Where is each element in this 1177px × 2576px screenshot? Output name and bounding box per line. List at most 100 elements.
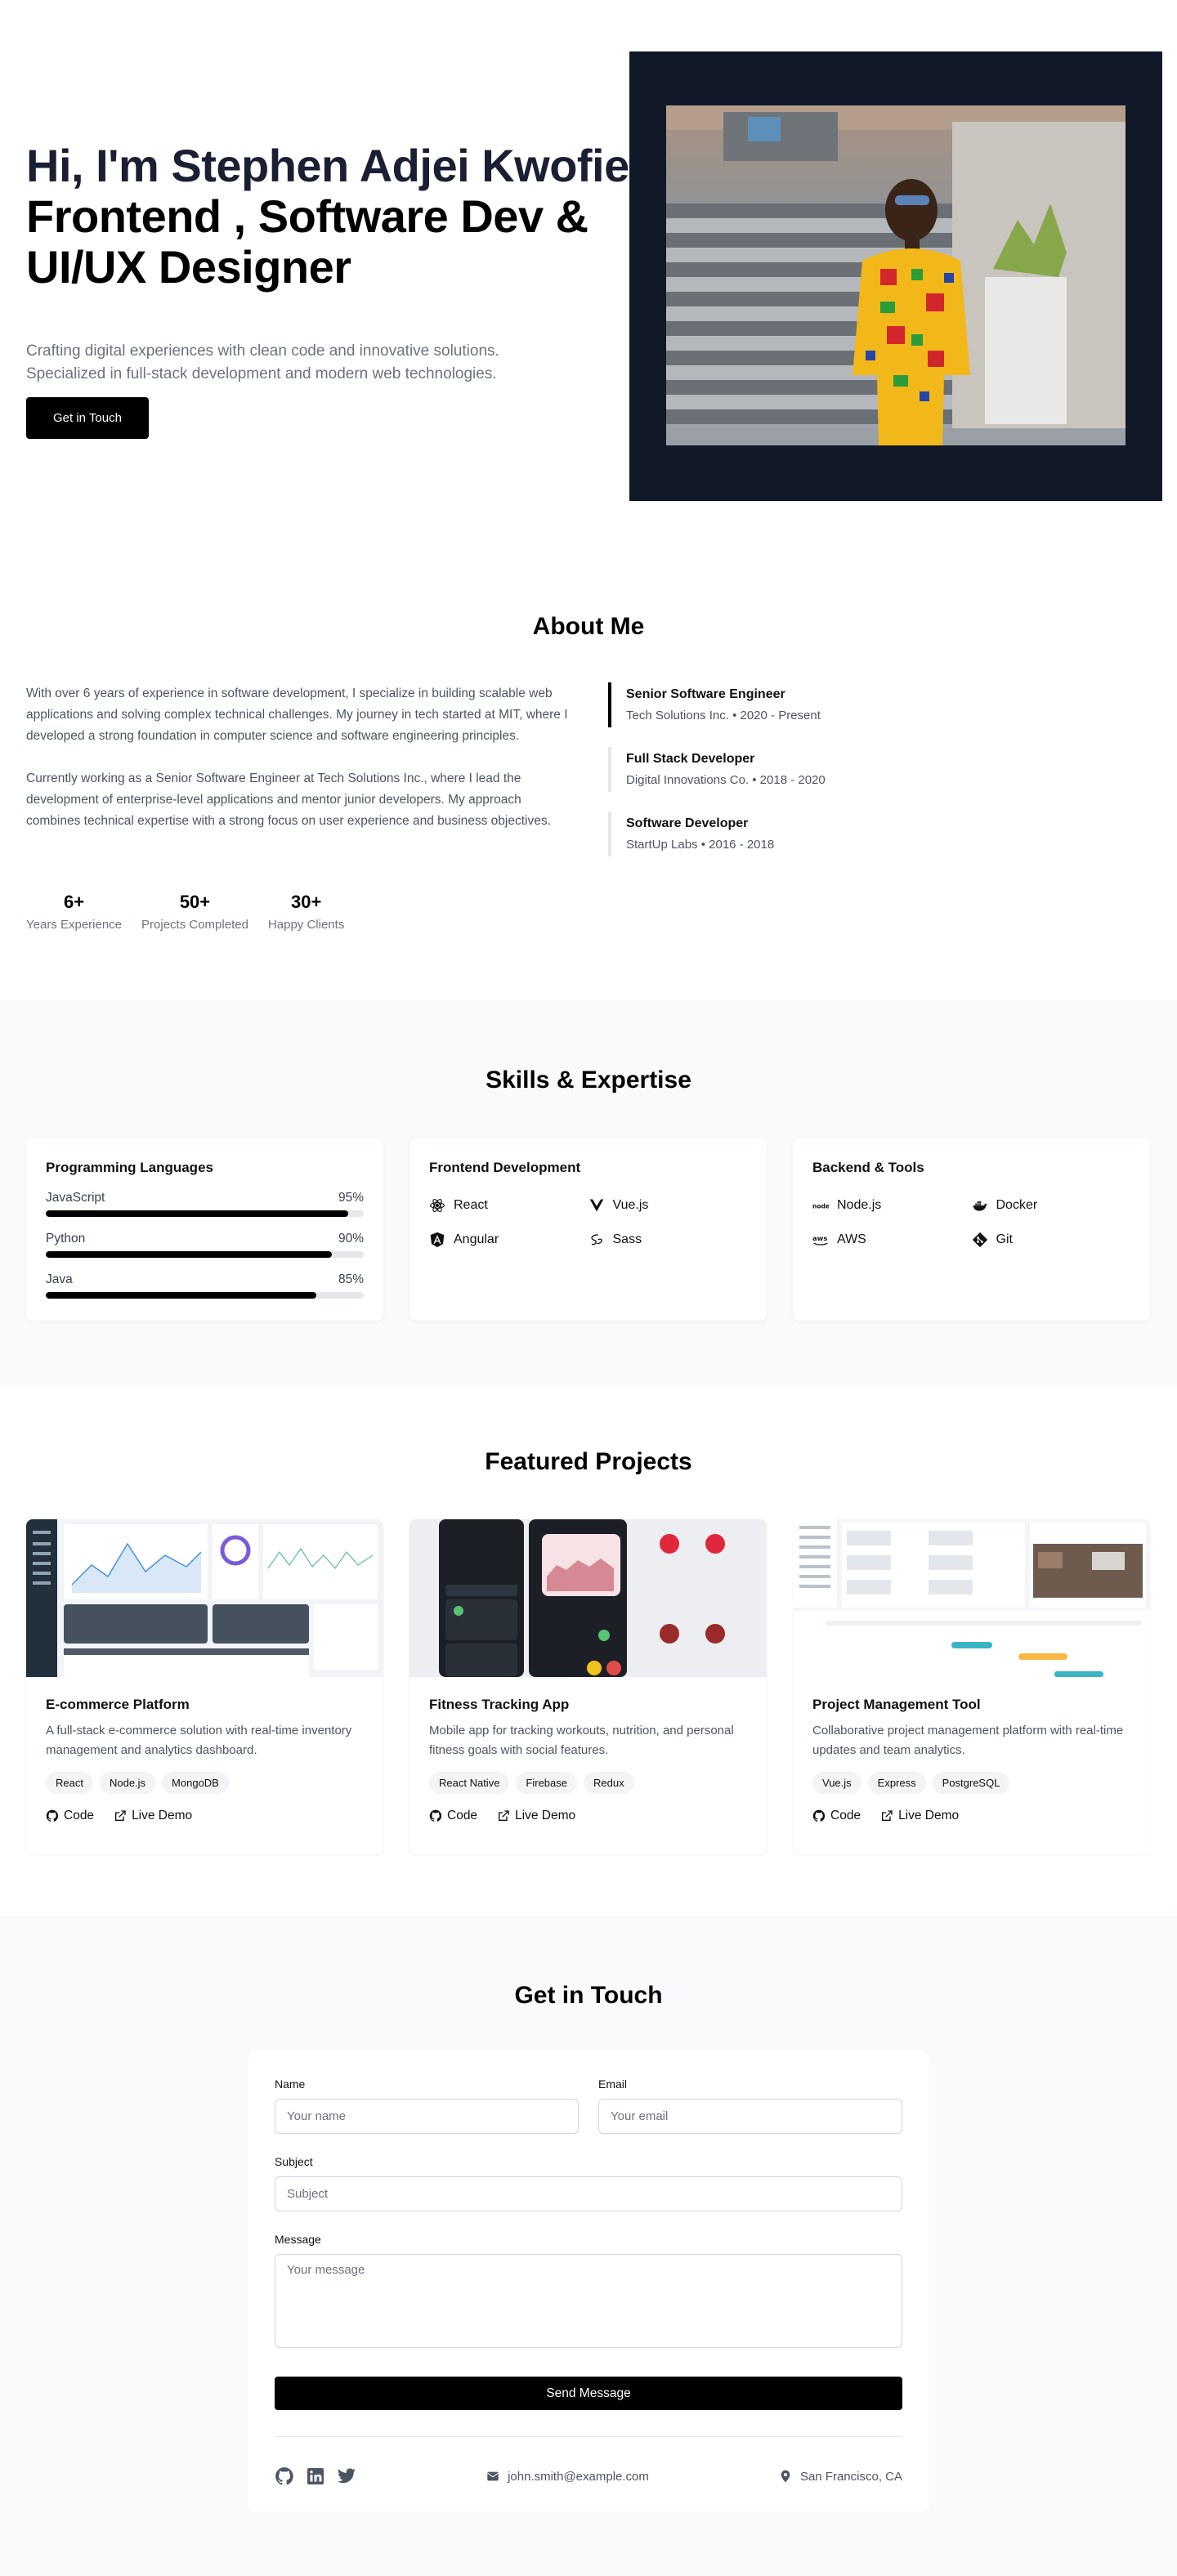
tech-nodejs: node Node.js bbox=[812, 1197, 972, 1214]
about-text: With over 6 years of experience in softw… bbox=[26, 683, 574, 832]
timeline-item: Senior Software Engineer Tech Solutions … bbox=[608, 682, 1099, 727]
message-field-group: Message bbox=[275, 2233, 902, 2352]
tech-angular: Angular bbox=[429, 1232, 588, 1248]
skill-bar-python: Python 90% bbox=[46, 1232, 364, 1258]
skill-percent: 85% bbox=[338, 1272, 364, 1286]
tech-sass: Sass bbox=[588, 1232, 748, 1248]
tag: React bbox=[46, 1772, 93, 1794]
about-paragraph-1: With over 6 years of experience in softw… bbox=[26, 686, 568, 743]
form-row: Name Email bbox=[275, 2077, 902, 2134]
message-textarea[interactable] bbox=[275, 2254, 902, 2348]
contact-location: San Francisco, CA bbox=[779, 2470, 902, 2484]
project-title: Project Management Tool bbox=[812, 1697, 981, 1712]
project-card-project-management: Project Management Tool Collaborative pr… bbox=[793, 1519, 1150, 1854]
hero-photo-frame bbox=[629, 51, 1162, 501]
about-title: About Me bbox=[532, 613, 645, 640]
linkedin-icon[interactable] bbox=[306, 2466, 325, 2486]
external-link-icon bbox=[882, 1810, 893, 1821]
skill-bar-fill bbox=[46, 1292, 316, 1299]
live-demo-link[interactable]: Live Demo bbox=[114, 1809, 192, 1823]
profile-photo bbox=[666, 105, 1126, 445]
project-description: A full-stack e-commerce solution with re… bbox=[46, 1724, 352, 1757]
project-thumbnail bbox=[26, 1519, 383, 1677]
skill-name: Java bbox=[46, 1272, 73, 1286]
tech-aws: aws AWS bbox=[812, 1232, 972, 1248]
tech-name: AWS bbox=[837, 1232, 866, 1246]
timeline-company: StartUp Labs • 2016 - 2018 bbox=[626, 838, 775, 852]
skill-bar-fill bbox=[46, 1210, 348, 1217]
tech-grid: React Vue.js Angular Sass bbox=[429, 1197, 747, 1248]
timeline-role: Full Stack Developer bbox=[626, 752, 755, 766]
project-cards: E-commerce Platform A full-stack e-comme… bbox=[26, 1519, 1150, 1854]
project-thumbnail bbox=[409, 1519, 767, 1677]
skills-title: Skills & Expertise bbox=[486, 1067, 691, 1093]
live-demo-link[interactable]: Live Demo bbox=[497, 1809, 575, 1823]
hero-section: Hi, I'm Stephen Adjei Kwofie Frontend , … bbox=[0, 0, 1177, 501]
code-link[interactable]: Code bbox=[429, 1809, 477, 1823]
name-field-group: Name bbox=[275, 2077, 579, 2134]
contact-section: Get in Touch Name Email Subject Message bbox=[0, 1916, 1177, 2576]
skill-name: JavaScript bbox=[46, 1191, 105, 1205]
skills-section: Skills & Expertise Programming Languages… bbox=[0, 1001, 1177, 1385]
docker-icon bbox=[973, 1201, 987, 1211]
subject-label: Subject bbox=[275, 2155, 313, 2168]
external-link-icon bbox=[499, 1810, 509, 1821]
name-input[interactable] bbox=[275, 2099, 579, 2134]
stat-label: Projects Completed bbox=[141, 918, 248, 932]
aws-icon: aws bbox=[812, 1234, 828, 1246]
hero-title-line2: Frontend , Software Dev & bbox=[26, 190, 588, 242]
languages-card: Programming Languages JavaScript 95% Pyth… bbox=[26, 1138, 383, 1321]
live-demo-label: Live Demo bbox=[515, 1809, 576, 1822]
tag: Express bbox=[867, 1772, 926, 1794]
project-thumbnail bbox=[793, 1519, 1150, 1677]
email-input[interactable] bbox=[598, 2099, 902, 2134]
project-links: Code Live Demo bbox=[46, 1809, 364, 1823]
tech-docker: Docker bbox=[972, 1197, 1131, 1214]
get-in-touch-button[interactable]: Get in Touch bbox=[26, 397, 149, 439]
skill-cards: Programming Languages JavaScript 95% Pyth… bbox=[26, 1138, 1150, 1321]
skill-percent: 95% bbox=[338, 1191, 364, 1205]
tag: Firebase bbox=[516, 1772, 577, 1794]
skill-bar-track bbox=[46, 1292, 364, 1299]
project-description: Collaborative project management platfor… bbox=[812, 1724, 1124, 1757]
live-demo-label: Live Demo bbox=[132, 1809, 193, 1822]
git-icon bbox=[972, 1232, 987, 1248]
subject-field-group: Subject bbox=[275, 2155, 902, 2212]
tech-vue: Vue.js bbox=[588, 1197, 748, 1214]
code-link[interactable]: Code bbox=[812, 1809, 861, 1823]
skill-bar-track bbox=[46, 1210, 364, 1217]
skill-bar-track bbox=[46, 1251, 364, 1258]
stat-label: Happy Clients bbox=[267, 918, 345, 932]
tech-name: Sass bbox=[612, 1232, 642, 1246]
contact-email-text: john.smith@example.com bbox=[508, 2469, 649, 2484]
project-title: Fitness Tracking App bbox=[429, 1697, 570, 1712]
timeline-company: Digital Innovations Co. • 2018 - 2020 bbox=[626, 773, 826, 787]
email-field-group: Email bbox=[598, 2077, 902, 2134]
hero-title: Hi, I'm Stephen Adjei Kwofie Frontend , … bbox=[26, 141, 631, 293]
github-icon[interactable] bbox=[275, 2466, 294, 2486]
project-description: Mobile app for tracking workouts, nutrit… bbox=[429, 1724, 734, 1757]
skill-percent: 90% bbox=[338, 1232, 364, 1246]
backend-card: Backend & Tools node Node.js Docker aws … bbox=[793, 1138, 1150, 1321]
svg-text:aws: aws bbox=[812, 1234, 827, 1242]
live-demo-link[interactable]: Live Demo bbox=[880, 1809, 959, 1823]
tech-name: React bbox=[454, 1198, 488, 1212]
subject-input[interactable] bbox=[275, 2176, 902, 2212]
frontend-card: Frontend Development React Vue.js Angula… bbox=[409, 1138, 767, 1321]
skill-card-title: Backend & Tools bbox=[812, 1160, 924, 1175]
tech-name: Vue.js bbox=[612, 1198, 649, 1212]
github-icon bbox=[46, 1809, 59, 1822]
code-label: Code bbox=[64, 1809, 95, 1822]
twitter-icon[interactable] bbox=[337, 2466, 356, 2486]
send-message-button[interactable]: Send Message bbox=[275, 2377, 902, 2410]
mail-icon bbox=[487, 2471, 499, 2481]
hero-title-line3: UI/UX Designer bbox=[26, 241, 351, 293]
project-tags: React Node.js MongoDB bbox=[46, 1772, 364, 1794]
code-link[interactable]: Code bbox=[46, 1809, 94, 1823]
svg-text:node: node bbox=[812, 1202, 829, 1210]
tech-name: Git bbox=[996, 1232, 1013, 1246]
about-paragraph-2: Currently working as a Senior Software E… bbox=[26, 771, 551, 828]
stats: 6+ Years Experience 50+ Projects Complet… bbox=[26, 892, 344, 932]
tech-git: Git bbox=[972, 1232, 1131, 1248]
stat-value: 50+ bbox=[179, 892, 211, 912]
